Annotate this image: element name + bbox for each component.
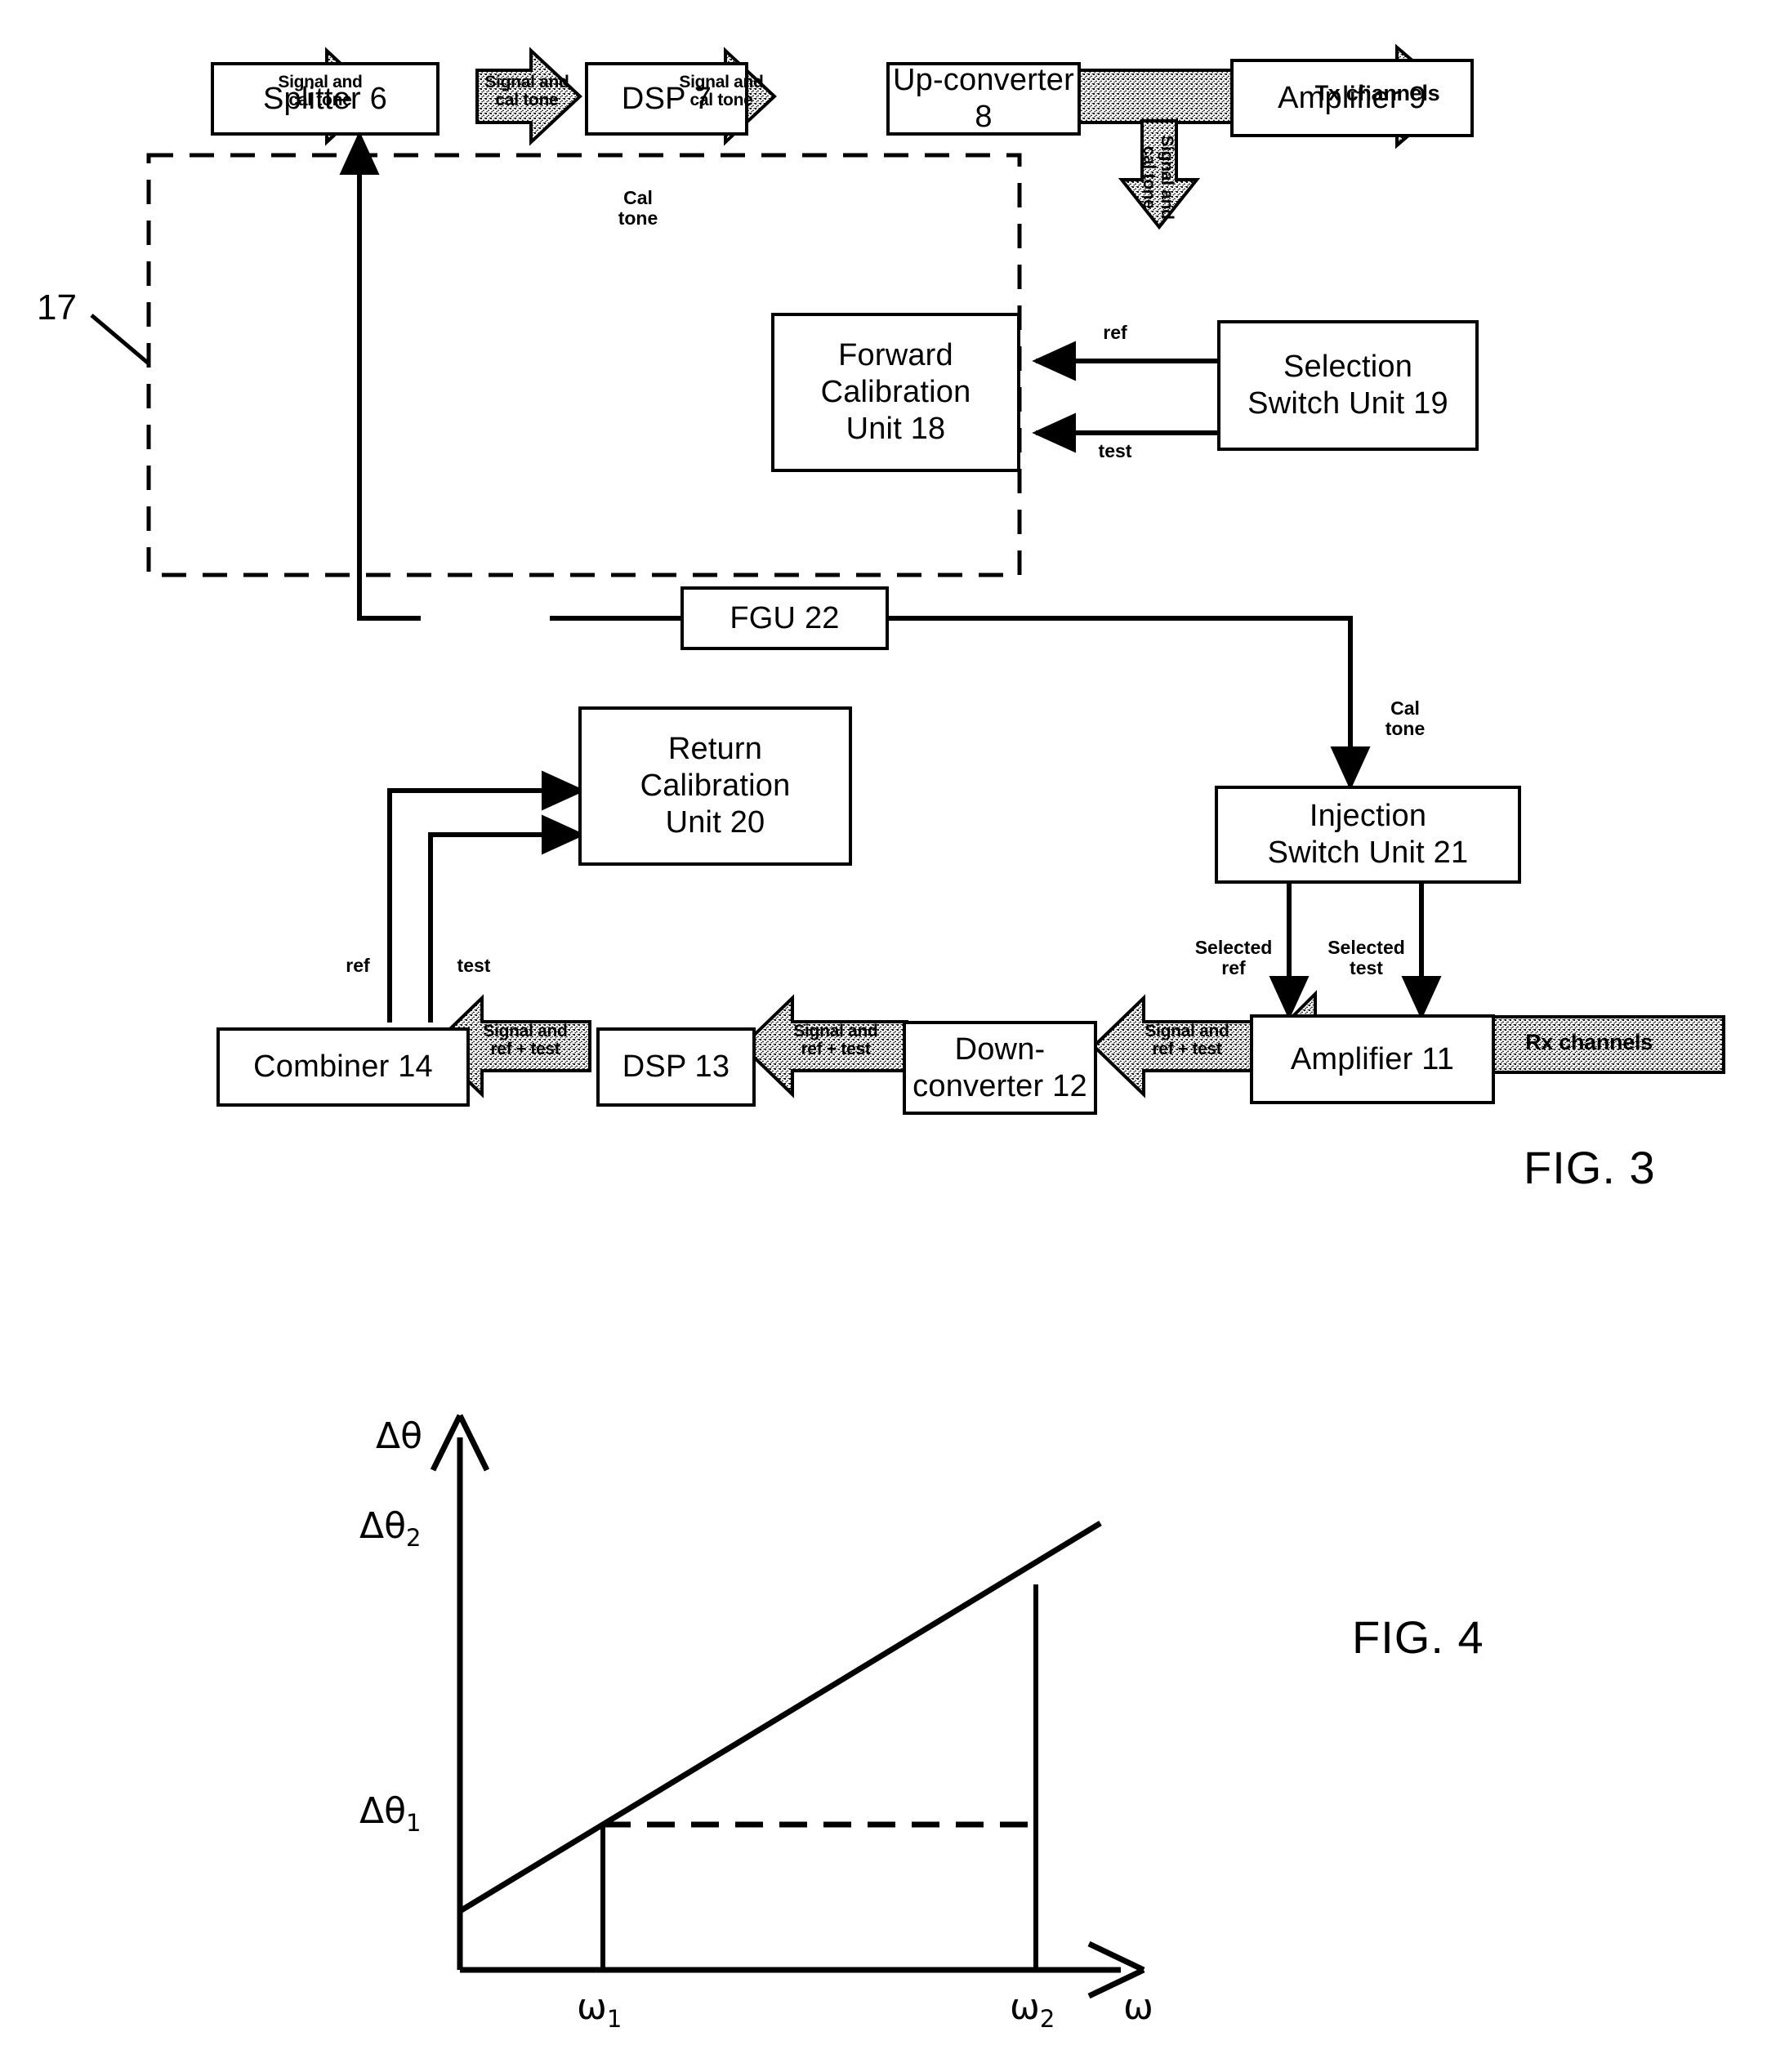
figure4-x-tick-omega-1: ω1	[577, 1986, 622, 2033]
figure4-y-axis-text: Δθ	[376, 1415, 423, 1457]
figure3-caption: FIG. 3	[1524, 1142, 1656, 1193]
block-amplifier11[interactable]: Amplifier 11	[1250, 1014, 1495, 1104]
label-selection-test: test	[1098, 440, 1132, 461]
connector-return-cal-test	[428, 814, 586, 1023]
label-selected-test: Selected test	[1327, 937, 1405, 979]
block-injection-switch-unit[interactable]: Injection Switch Unit 21	[1215, 786, 1521, 884]
label-combiner-ref: ref	[346, 955, 370, 976]
figure4-plot	[430, 1414, 1145, 1999]
block-combiner-label: Combiner 14	[253, 1049, 433, 1085]
block-dsp7[interactable]: DSP 7	[585, 62, 748, 136]
block-injection-switch-unit-label: Injection Switch Unit 21	[1267, 799, 1469, 870]
block-forward-calibration-unit[interactable]: Forward Calibration Unit 18	[771, 313, 1020, 472]
block-dsp13[interactable]: DSP 13	[596, 1027, 756, 1107]
figure4-x-tick1-sub: 1	[606, 2004, 622, 2033]
block-amplifier11-label: Amplifier 11	[1290, 1041, 1455, 1076]
reference-numeral-17: 17	[37, 287, 77, 328]
flow-arrow-amplifier9-to-selection-switch	[1118, 119, 1201, 230]
connector-return-cal-ref	[387, 770, 586, 1023]
flow-arrow-amplifier11-to-downconverter	[1091, 994, 1262, 1098]
block-fgu-label: FGU 22	[730, 600, 840, 635]
figure4-caption: FIG. 4	[1352, 1611, 1484, 1663]
figure4-x-tick1-text: ω	[577, 1986, 607, 2028]
flow-arrow-dsp7-to-upconverter	[475, 47, 582, 146]
block-return-calibration-unit-label: Return Calibration Unit 20	[640, 732, 791, 840]
block-down-converter[interactable]: Down- converter 12	[903, 1021, 1097, 1115]
block-up-converter[interactable]: Up-converter 8	[886, 62, 1081, 136]
figure4-y-tick2-text: Δθ	[359, 1505, 407, 1547]
label-combiner-test: test	[457, 955, 491, 976]
connector-fgu-to-splitter	[339, 131, 421, 621]
label-selection-ref: ref	[1103, 322, 1127, 343]
block-fgu[interactable]: FGU 22	[680, 586, 889, 650]
figure4-y-tick1-text: Δθ	[359, 1790, 407, 1832]
figure4-x-tick-omega-2: ω2	[1010, 1986, 1055, 2033]
block-combiner[interactable]: Combiner 14	[216, 1027, 470, 1107]
label-fgu-cal-tone: Cal tone	[1385, 697, 1426, 740]
block-dsp13-label: DSP 13	[622, 1049, 730, 1085]
block-amplifier9-label: Amplifier 9	[1278, 80, 1426, 115]
label-selected-ref: Selected ref	[1194, 937, 1273, 979]
flow-arrow-downconverter-to-dsp13	[740, 994, 908, 1098]
figure4-y-tick2-sub: 2	[406, 1523, 422, 1552]
block-selection-switch-unit[interactable]: Selection Switch Unit 19	[1217, 320, 1479, 451]
block-splitter[interactable]: Splitter 6	[211, 62, 440, 136]
block-splitter-label: Splitter 6	[263, 81, 387, 116]
figure4-x-tick2-text: ω	[1010, 1986, 1040, 2028]
figure4-x-axis-text: ω	[1123, 1986, 1153, 2028]
figure4-y-axis-label: Δθ	[376, 1415, 422, 1457]
figure4-y-tick1-sub: 1	[406, 1808, 422, 1837]
block-amplifier9[interactable]: Amplifier 9	[1230, 59, 1474, 137]
figure4-y-tick-delta-theta-2: Δθ2	[359, 1505, 421, 1552]
patent-figure-page: Splitter 6 DSP 7 Up-converter 8 Amplifie…	[0, 0, 1767, 2072]
figure4-x-tick2-sub: 2	[1039, 2004, 1055, 2033]
figure4-data-line	[458, 1521, 1102, 1914]
figure4-y-tick-delta-theta-1: Δθ1	[359, 1790, 421, 1837]
label-cal-tone-dsp7: Cal tone	[618, 187, 658, 229]
block-forward-calibration-unit-label: Forward Calibration Unit 18	[820, 338, 971, 446]
block-down-converter-label: Down- converter 12	[913, 1032, 1087, 1103]
block-selection-switch-unit-label: Selection Switch Unit 19	[1247, 350, 1448, 421]
block-up-converter-label: Up-converter 8	[892, 63, 1075, 134]
figure4-x-axis-label: ω	[1123, 1986, 1153, 2028]
block-return-calibration-unit[interactable]: Return Calibration Unit 20	[578, 706, 852, 866]
block-dsp7-label: DSP 7	[621, 81, 712, 116]
reference-leader-17	[90, 314, 151, 366]
